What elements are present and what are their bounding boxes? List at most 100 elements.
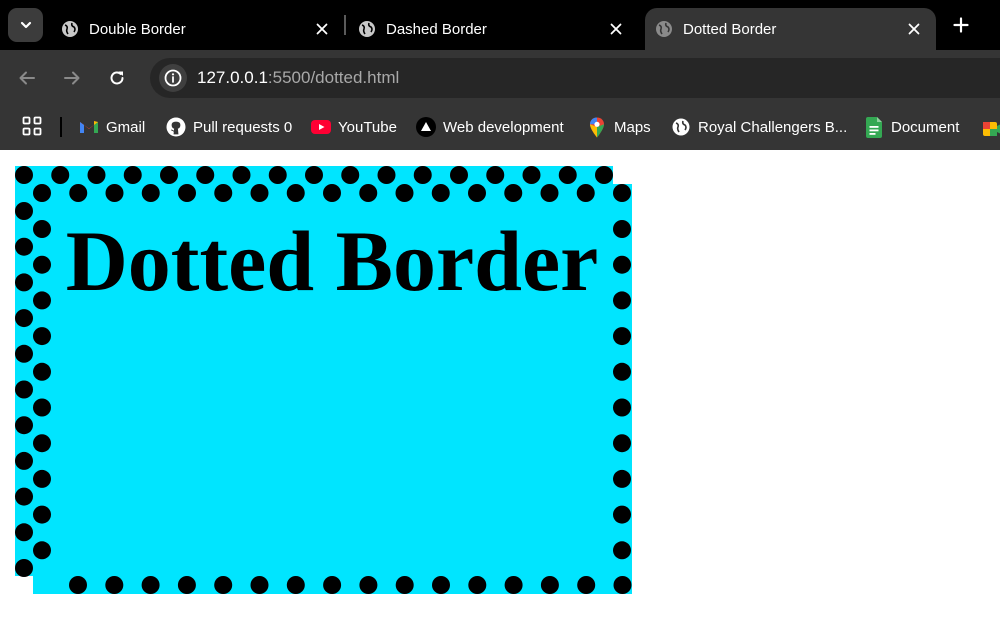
border-dot: [141, 576, 160, 594]
border-dot: [15, 273, 33, 292]
close-icon[interactable]: [604, 17, 628, 41]
tab-dotted-border[interactable]: Dotted Border: [645, 8, 936, 50]
border-dot: [359, 184, 378, 202]
border-dot: [178, 184, 196, 202]
bookmark-label: Pull requests 0: [193, 118, 293, 136]
bookmark-label: Royal Challengers B...: [698, 118, 848, 136]
back-button[interactable]: [12, 63, 42, 93]
border-dot: [395, 576, 414, 594]
border-dot: [468, 184, 486, 202]
border-dot: [15, 416, 33, 435]
bookmark-overflow[interactable]: [983, 121, 1000, 137]
arrow-right-icon: [64, 71, 80, 85]
border-dot: [15, 202, 33, 220]
border-dot: [268, 166, 287, 184]
bookmarks-separator: [60, 117, 62, 137]
tab-title: Double Border: [89, 20, 186, 38]
bookmark-gmail[interactable]: Gmail: [79, 113, 145, 141]
border-dot: [160, 166, 178, 184]
globe-icon: [656, 21, 672, 37]
reload-button[interactable]: [102, 63, 132, 93]
maps-icon: [587, 117, 607, 137]
border-dot: [15, 559, 33, 577]
border-dot: [33, 469, 51, 488]
border-dot: [15, 451, 33, 470]
border-dot: [15, 309, 33, 328]
reload-icon: [110, 71, 124, 85]
border-dot: [214, 576, 233, 594]
bookmark-document[interactable]: Document: [864, 113, 959, 141]
border-dot: [51, 166, 70, 184]
page-heading: Dotted Border: [65, 213, 599, 309]
page-viewport: Dotted Border: [0, 150, 1000, 627]
border-dot: [431, 184, 450, 202]
border-dot: [377, 166, 396, 184]
border-dot: [15, 380, 33, 399]
close-icon[interactable]: [310, 17, 334, 41]
border-dot: [613, 327, 631, 346]
border-dot: [450, 166, 468, 184]
border-dot: [359, 576, 378, 594]
tab-separator: [344, 15, 346, 35]
tab-strip: Double Border Dashed Border Dotted Borde…: [0, 0, 1000, 50]
border-dot: [286, 576, 305, 594]
border-dot: [15, 166, 33, 184]
border-dot: [558, 166, 577, 184]
border-dot: [613, 505, 631, 524]
tab-title: Dashed Border: [386, 20, 487, 38]
border-dot: [595, 166, 613, 184]
border-dot: [504, 184, 523, 202]
bookmark-youtube[interactable]: YouTube: [311, 113, 397, 141]
border-dot: [15, 344, 33, 363]
gmail-icon: [79, 117, 99, 137]
new-tab-button[interactable]: [946, 10, 976, 40]
border-dot: [613, 469, 631, 488]
bookmark-label: Maps: [614, 118, 651, 136]
border-dot: [613, 541, 631, 560]
site-info-button[interactable]: [159, 64, 187, 92]
chevron-down-icon: [20, 21, 31, 29]
border-dot: [33, 362, 51, 381]
tab-dashed-border[interactable]: Dashed Border: [348, 8, 638, 50]
url-path: :5500/dotted.html: [267, 68, 400, 87]
border-dot: [432, 576, 450, 594]
bookmark-pull-requests[interactable]: Pull requests 0: [166, 113, 292, 141]
apps-grid-icon[interactable]: [21, 115, 43, 137]
arrow-left-icon: [19, 71, 35, 85]
bookmark-royal-challengers[interactable]: Royal Challengers B...: [671, 113, 847, 141]
tab-search-button[interactable]: [8, 8, 43, 42]
url-text[interactable]: 127.0.0.1:5500/dotted.html: [197, 68, 399, 88]
border-dot: [576, 184, 595, 202]
border-dot: [613, 398, 631, 417]
border-dot: [613, 362, 631, 381]
border-dot: [196, 166, 215, 184]
forward-button[interactable]: [57, 63, 87, 93]
bookmark-maps[interactable]: Maps: [587, 113, 651, 141]
border-dot: [250, 184, 269, 202]
border-dot: [33, 541, 51, 560]
bookmark-label: Gmail: [106, 118, 146, 136]
border-dot: [15, 523, 33, 542]
border-dot: [105, 576, 124, 594]
border-dot: [522, 166, 541, 184]
bookmark-web-development[interactable]: Web development: [416, 113, 564, 141]
border-dot: [613, 576, 632, 594]
border-dot: [323, 576, 342, 594]
border-dot: [141, 184, 160, 202]
tab-double-border[interactable]: Double Border: [50, 8, 340, 50]
border-dot: [15, 237, 33, 256]
plus-icon: [953, 17, 969, 33]
border-dot: [504, 576, 523, 594]
border-dot: [33, 434, 51, 453]
border-dot: [69, 576, 87, 594]
close-icon[interactable]: [902, 17, 926, 41]
border-dot: [486, 166, 505, 184]
github-icon: [166, 117, 186, 137]
border-dot: [33, 505, 51, 524]
border-dot: [395, 184, 414, 202]
border-dot: [468, 576, 487, 594]
address-bar[interactable]: 127.0.0.1:5500/dotted.html: [150, 58, 1000, 98]
tab-title: Dotted Border: [683, 20, 777, 38]
bookmark-label: Web development: [443, 118, 564, 136]
globe-icon: [671, 117, 691, 137]
